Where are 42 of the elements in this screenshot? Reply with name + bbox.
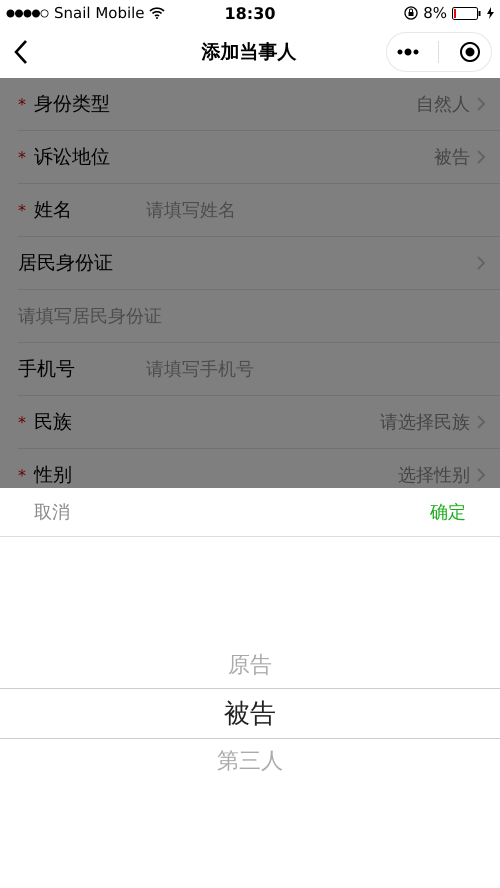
field-value: 选择性别: [398, 464, 470, 487]
field-label: 姓名: [34, 198, 73, 223]
chevron-right-icon: [476, 414, 486, 430]
cancel-button[interactable]: 取消: [34, 500, 70, 524]
charging-bolt-icon: [487, 7, 494, 19]
wifi-icon: [148, 7, 165, 19]
field-value: 自然人: [416, 93, 470, 116]
form-row[interactable]: 居民身份证: [18, 237, 500, 290]
close-target-icon[interactable]: [459, 41, 482, 63]
page-title: 添加当事人: [200, 40, 298, 65]
chevron-right-icon: [476, 255, 486, 271]
form-row[interactable]: * 身份类型 自然人: [18, 78, 500, 131]
picker-option[interactable]: 第三人: [217, 746, 283, 776]
form-row[interactable]: * 民族 请选择民族: [18, 396, 500, 449]
chevron-right-icon: [476, 96, 486, 112]
required-asterisk: *: [18, 148, 27, 166]
chevron-right-icon: [476, 149, 486, 165]
battery-percent: 8%: [423, 4, 447, 22]
field-label: 民族: [34, 410, 72, 435]
signal-icon: [6, 8, 50, 18]
chevron-right-icon: [476, 467, 486, 483]
picker-option[interactable]: 原告: [228, 650, 272, 680]
field-label: 性别: [34, 463, 72, 488]
form-row[interactable]: * 性别 选择性别: [18, 449, 500, 488]
field-label: 诉讼地位: [34, 145, 110, 170]
carrier-name: Snail Mobile: [54, 4, 145, 22]
picker-option[interactable]: 被告: [224, 696, 276, 730]
field-label: 手机号: [18, 357, 76, 382]
battery-icon: [452, 6, 482, 20]
field-label: 身份类型: [34, 92, 110, 117]
required-asterisk: *: [18, 200, 27, 220]
field-value: 请选择民族: [380, 411, 470, 434]
confirm-button[interactable]: 确定: [430, 500, 466, 524]
field-label: 居民身份证: [18, 251, 113, 276]
required-asterisk: *: [18, 412, 27, 432]
field-value: 被告: [434, 146, 470, 169]
rotation-lock-icon: [404, 6, 418, 20]
more-icon[interactable]: [396, 48, 419, 56]
form-row[interactable]: * 诉讼地位 被告: [18, 131, 500, 184]
required-asterisk: *: [18, 466, 27, 484]
required-asterisk: *: [18, 94, 27, 114]
status-time: 18:30: [224, 4, 276, 22]
